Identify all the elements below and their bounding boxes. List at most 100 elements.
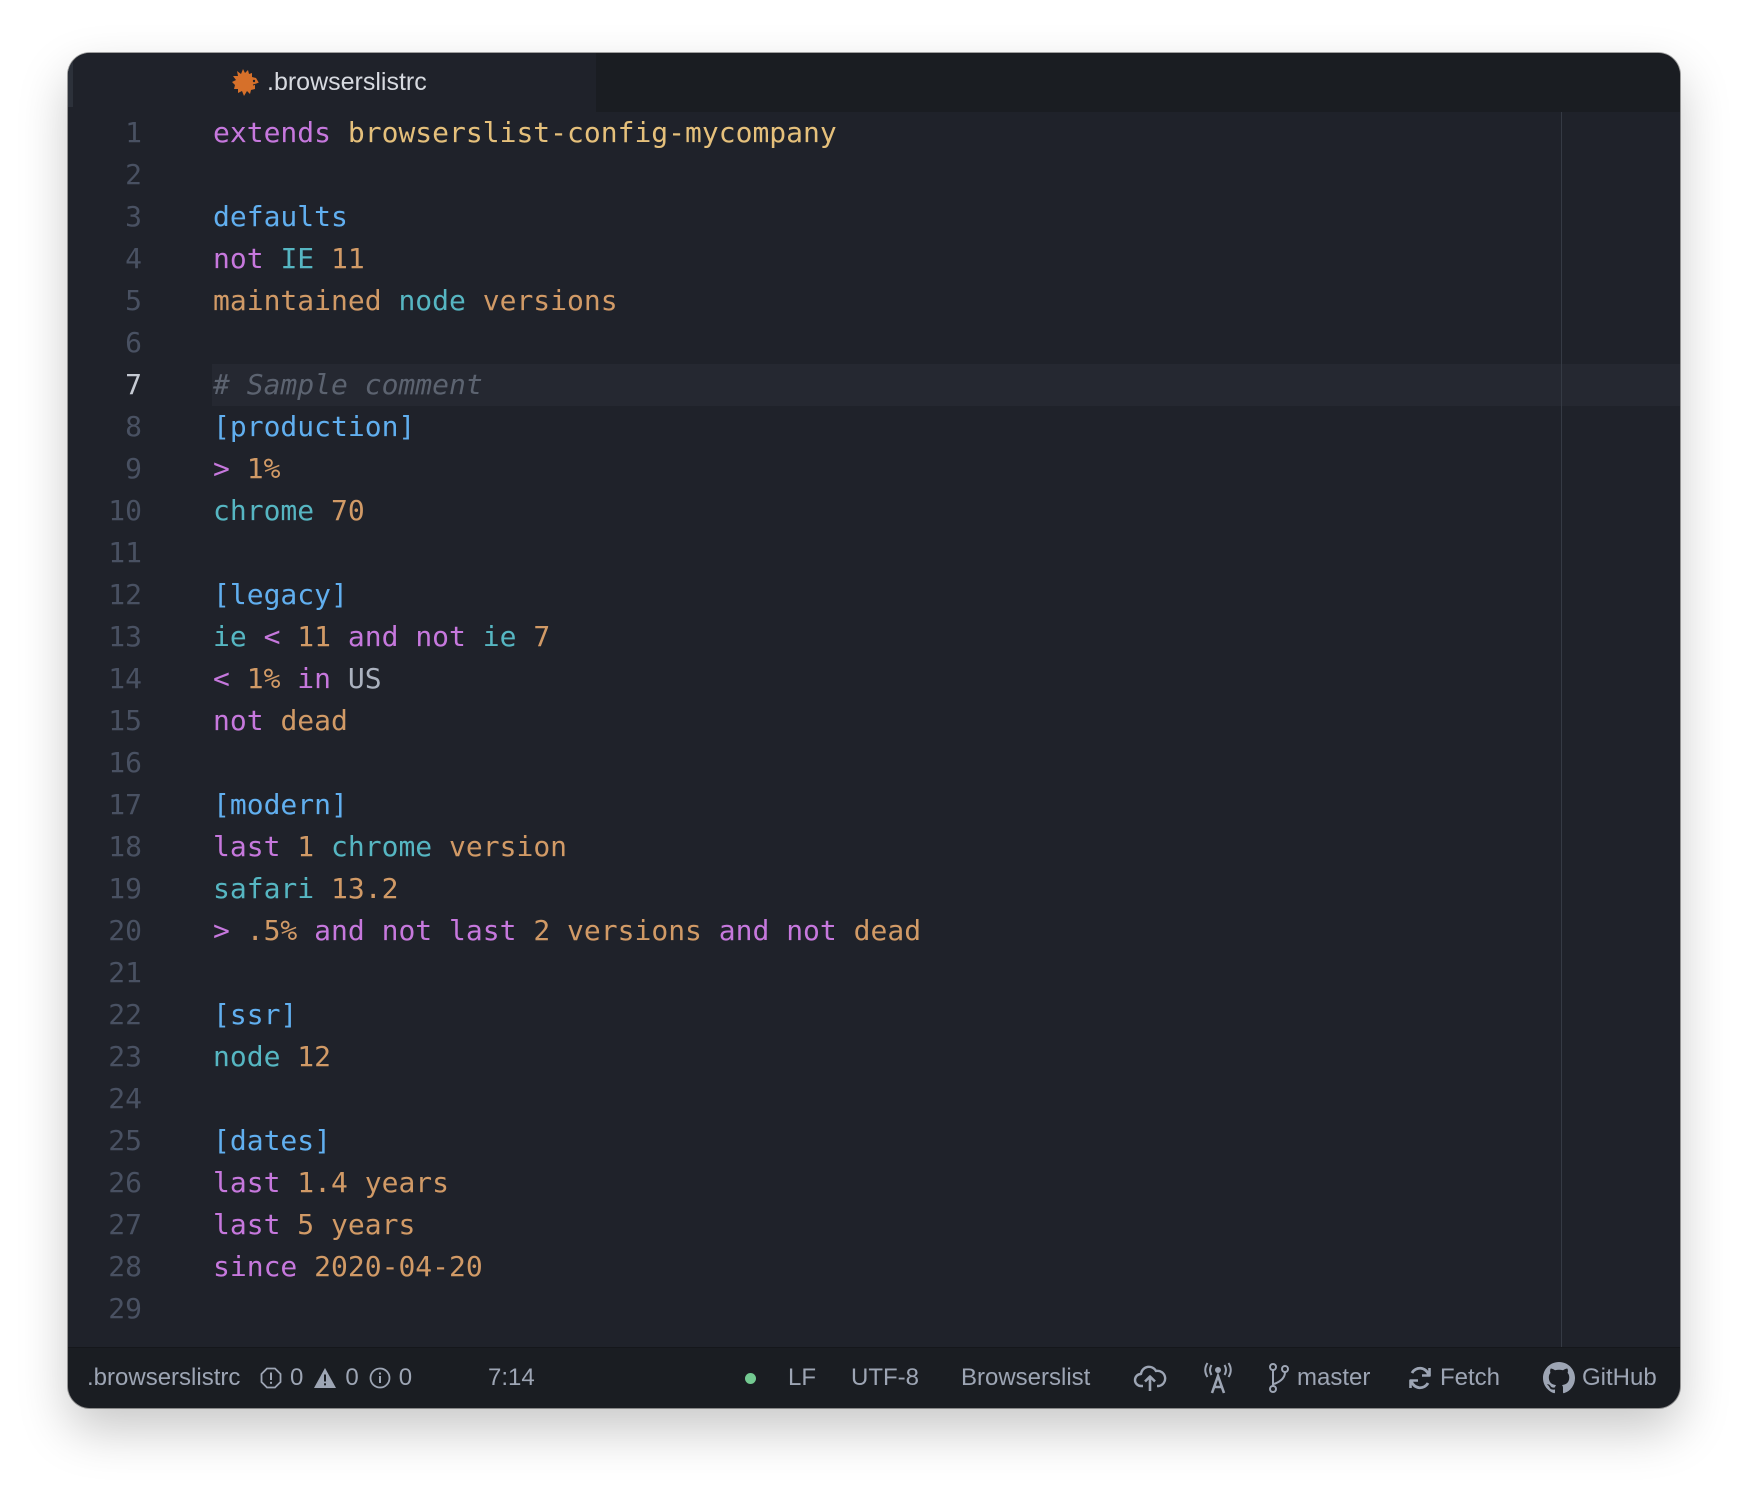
sync-icon	[1409, 1366, 1431, 1390]
cloud-upload-icon	[1133, 1365, 1167, 1391]
line-content: [legacy]	[213, 574, 348, 616]
token-number: 2	[533, 914, 551, 947]
line-content: last 1 chrome version	[213, 826, 567, 868]
code-line[interactable]: 12 [legacy]	[68, 574, 1680, 616]
line-content: maintained node versions	[213, 280, 618, 322]
token-section: [ssr]	[213, 998, 298, 1031]
line-number: 29	[108, 1292, 142, 1325]
status-file-name[interactable]: .browserslistrc	[87, 1348, 240, 1408]
token-number: 13.2	[331, 872, 399, 905]
fetch-button[interactable]: Fetch	[1407, 1348, 1500, 1408]
line-number: 15	[108, 704, 142, 737]
line-number: 25	[108, 1124, 142, 1157]
github-button[interactable]: GitHub	[1543, 1348, 1657, 1408]
line-content: extends browserslist-config-mycompany	[213, 112, 837, 154]
token-section: [dates]	[213, 1124, 332, 1157]
code-line[interactable]: 2	[68, 154, 1680, 196]
line-content: chrome 70	[213, 490, 365, 532]
code-line[interactable]: 5 maintained node versions	[68, 280, 1680, 322]
token-number: 70	[331, 494, 365, 527]
token-keyword: and	[718, 914, 770, 947]
code-line[interactable]: 7 # Sample comment	[68, 364, 1680, 406]
token-keyword: last	[449, 914, 517, 947]
code-line[interactable]: 18 last 1 chrome version	[68, 826, 1680, 868]
code-line[interactable]: 29	[68, 1288, 1680, 1330]
code-line[interactable]: 27 last 5 years	[68, 1204, 1680, 1246]
tab-accent	[68, 53, 73, 107]
code-line[interactable]: 28 since 2020-04-20	[68, 1246, 1680, 1288]
live-share-button[interactable]	[1201, 1348, 1235, 1408]
status-bar: .browserslistrc 0 0 0 7:14 LF UTF-8 Brow	[68, 1347, 1680, 1408]
token-browser: ie	[213, 620, 247, 653]
line-content: last 1.4 years	[213, 1162, 449, 1204]
token-number: 1%	[246, 452, 281, 485]
publish-button[interactable]	[1133, 1348, 1167, 1408]
token-section: [production]	[213, 410, 416, 443]
branch-selector[interactable]: master	[1268, 1348, 1370, 1408]
code-line[interactable]: 19 safari 13.2	[68, 868, 1680, 910]
code-line[interactable]: 13 ie < 11 and not ie 7	[68, 616, 1680, 658]
code-line[interactable]: 24	[68, 1078, 1680, 1120]
code-line[interactable]: 4 not IE 11	[68, 238, 1680, 280]
encoding-selector[interactable]: UTF-8	[851, 1348, 919, 1408]
token-keyword: and	[347, 620, 399, 653]
grammar-selector[interactable]: Browserslist	[961, 1348, 1090, 1408]
editor-window: .browserslistrc 1 extends browserslist-co…	[68, 53, 1680, 1408]
line-ending-selector[interactable]: LF	[788, 1348, 816, 1408]
line-number: 11	[108, 536, 142, 569]
token-browser: chrome	[213, 494, 315, 527]
diagnostics-summary[interactable]: 0 0 0	[260, 1348, 412, 1408]
code-line[interactable]: 8 [production]	[68, 406, 1680, 448]
code-line[interactable]: 22 [ssr]	[68, 994, 1680, 1036]
code-line[interactable]: 26 last 1.4 years	[68, 1162, 1680, 1204]
token-number: years	[331, 1208, 416, 1241]
code-line[interactable]: 20 > .5% and not last 2 versions and not …	[68, 910, 1680, 952]
code-line[interactable]: 10 chrome 70	[68, 490, 1680, 532]
tab-bar: .browserslistrc	[68, 53, 1680, 113]
browserslist-hedgehog-icon	[232, 69, 260, 96]
code-editor[interactable]: 1 extends browserslist-config-mycompany 2 3…	[68, 112, 1680, 1348]
status-indicator	[745, 1348, 756, 1408]
token-comment: # Sample comment	[213, 368, 483, 401]
token-keyword: extends	[213, 116, 332, 149]
code-line[interactable]: 15 not dead	[68, 700, 1680, 742]
code-line[interactable]: 9 > 1%	[68, 448, 1680, 490]
token-number: 1	[297, 830, 315, 863]
code-line[interactable]: 16	[68, 742, 1680, 784]
code-line[interactable]: 6	[68, 322, 1680, 364]
code-line[interactable]: 25 [dates]	[68, 1120, 1680, 1162]
line-content: defaults	[213, 196, 348, 238]
tab-browserslistrc[interactable]: .browserslistrc	[68, 53, 596, 113]
code-line[interactable]: 21	[68, 952, 1680, 994]
code-line[interactable]: 23 node 12	[68, 1036, 1680, 1078]
code-line[interactable]: 11	[68, 532, 1680, 574]
code-line[interactable]: 3 defaults	[68, 196, 1680, 238]
code-line[interactable]: 17 [modern]	[68, 784, 1680, 826]
token-browser: safari	[213, 872, 315, 905]
token-browser: chrome	[331, 830, 433, 863]
token-number: 2020-04-20	[314, 1250, 483, 1283]
line-number: 26	[108, 1166, 142, 1199]
code-line[interactable]: 1 extends browserslist-config-mycompany	[68, 112, 1680, 154]
cursor-position[interactable]: 7:14	[488, 1348, 535, 1408]
token-number: maintained	[213, 284, 382, 317]
line-content: since 2020-04-20	[213, 1246, 483, 1288]
warning-count: 0	[345, 1364, 359, 1391]
code-line[interactable]: 14 < 1% in US	[68, 658, 1680, 700]
token-keyword: and	[314, 914, 365, 947]
